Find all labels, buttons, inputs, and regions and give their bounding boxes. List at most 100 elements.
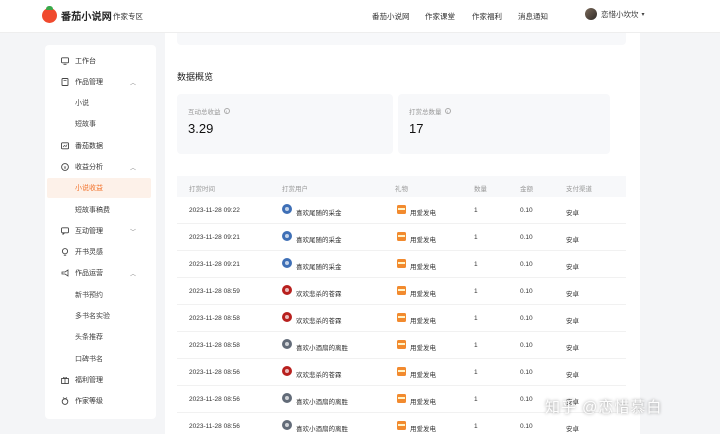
sidebar-subitem-novel[interactable]: 小说	[45, 93, 156, 113]
site-logo[interactable]: 番茄小说网	[42, 6, 112, 23]
cell-amount: 0.10	[520, 261, 533, 268]
cell-time: 2023-11-28 08:56	[189, 396, 240, 403]
sidebar: 工作台 作品管理 ︿ 小说 短故事 番茄数据 ¥ 收益分析 ︿ 小说收益 短故事…	[45, 45, 156, 419]
table-row: 2023-11-28 08:56 欢欢悲杀的苍霖 用爱发电 1 0.10 安卓	[177, 359, 626, 386]
column-header-payment-channel: 支付渠道	[566, 186, 592, 193]
sidebar-subitem-short-story-fee[interactable]: 短故事稿费	[45, 200, 156, 220]
top-navigation-bar: 番茄小说网 作家专区 番茄小说网 作家课堂 作家福利 消息通知 恋惜小坎坎 ▾	[0, 0, 720, 33]
gift-icon	[397, 421, 406, 430]
table-row: 2023-11-28 08:59 欢欢悲杀的苍霖 用爱发电 1 0.10 安卓	[177, 278, 626, 305]
cell-user: 喜欢尾随的采金	[296, 237, 342, 244]
sidebar-subitem-reputation-title[interactable]: 口碑书名	[45, 349, 156, 369]
cell-payment-channel: 安卓	[566, 264, 579, 271]
sidebar-subitem-headline-recommend[interactable]: 头条推荐	[45, 327, 156, 347]
sidebar-item-revenue-analysis[interactable]: ¥ 收益分析 ︿	[45, 157, 156, 177]
info-icon[interactable]: i	[444, 108, 451, 114]
cell-quantity: 1	[474, 396, 478, 403]
cell-payment-channel: 安卓	[566, 426, 579, 433]
book-icon	[61, 78, 69, 86]
avatar	[585, 8, 597, 20]
sidebar-item-author-level[interactable]: 作家等级	[45, 391, 156, 411]
cell-quantity: 1	[474, 342, 478, 349]
cell-gift: 用爱发电	[410, 345, 436, 352]
sidebar-item-label: 工作台	[75, 58, 96, 65]
cell-user: 喜欢尾随的采金	[296, 210, 342, 217]
sidebar-item-label: 作品管理	[75, 79, 103, 86]
sidebar-item-benefits[interactable]: 福利管理	[45, 370, 156, 390]
cell-payment-channel: 安卓	[566, 291, 579, 298]
user-avatar	[282, 285, 292, 295]
svg-text:¥: ¥	[64, 165, 67, 170]
sidebar-item-label: 短故事	[75, 121, 96, 128]
nav-link-writer-class[interactable]: 作家课堂	[425, 11, 455, 22]
nav-link-fanqie-novel[interactable]: 番茄小说网	[372, 11, 410, 22]
sidebar-item-label: 收益分析	[75, 164, 103, 171]
cell-amount: 0.10	[520, 207, 533, 214]
nav-link-messages[interactable]: 消息通知	[518, 11, 548, 22]
sidebar-item-workbench[interactable]: 工作台	[45, 51, 156, 71]
lightbulb-icon	[61, 248, 69, 256]
sidebar-subitem-short-story[interactable]: 短故事	[45, 114, 156, 134]
cell-payment-channel: 安卓	[566, 372, 579, 379]
sidebar-item-label: 互动管理	[75, 228, 103, 235]
cell-quantity: 1	[474, 207, 478, 214]
author-zone-label: 作家专区	[113, 12, 143, 21]
stat-label: 打赏总数量	[409, 109, 442, 116]
cell-user: 喜欢小酒扇的离胜	[296, 399, 348, 406]
stat-value: 3.29	[188, 121, 214, 136]
info-icon[interactable]: i	[223, 108, 230, 114]
sidebar-item-label: 开书灵感	[75, 249, 103, 256]
sidebar-item-label: 作家等级	[75, 398, 103, 405]
cell-time: 2023-11-28 09:21	[189, 234, 240, 241]
monitor-icon	[61, 57, 69, 65]
user-avatar	[282, 312, 292, 322]
sidebar-item-label: 作品运营	[75, 270, 103, 277]
user-avatar	[282, 393, 292, 403]
cell-payment-channel: 安卓	[566, 318, 579, 325]
cell-time: 2023-11-28 08:56	[189, 369, 240, 376]
cell-time: 2023-11-28 09:21	[189, 261, 240, 268]
nav-link-writer-benefits[interactable]: 作家福利	[472, 11, 502, 22]
user-avatar	[282, 339, 292, 349]
chevron-up-icon: ︿	[130, 80, 137, 87]
gift-icon	[397, 232, 406, 241]
user-menu[interactable]: 恋惜小坎坎 ▾	[585, 8, 645, 20]
cell-gift: 用爱发电	[410, 399, 436, 406]
gift-icon	[397, 205, 406, 214]
data-overview-title: 数据概览	[177, 72, 214, 82]
column-header-quantity: 数量	[474, 186, 487, 193]
cell-gift: 用爱发电	[410, 210, 436, 217]
sidebar-item-label: 多书名实验	[75, 313, 110, 320]
sidebar-item-works[interactable]: 作品管理 ︿	[45, 72, 156, 92]
cell-payment-channel: 安卓	[566, 345, 579, 352]
gift-icon	[61, 376, 69, 384]
sidebar-subitem-new-book-reservation[interactable]: 新书预约	[45, 285, 156, 305]
stat-card-interaction-revenue: 互动总收益 i 3.29	[177, 94, 393, 154]
sidebar-item-label: 小说	[75, 100, 89, 107]
chevron-down-icon: ﹀	[130, 229, 137, 236]
sidebar-item-book-inspiration[interactable]: 开书灵感	[45, 242, 156, 262]
sidebar-subitem-novel-revenue[interactable]: 小说收益	[47, 178, 151, 198]
sidebar-item-label: 小说收益	[75, 185, 103, 192]
chat-icon	[61, 227, 69, 235]
column-header-gift: 礼物	[395, 186, 408, 193]
cell-gift: 用爱发电	[410, 264, 436, 271]
medal-icon	[61, 397, 69, 405]
tomato-logo-icon	[42, 6, 57, 23]
sidebar-item-interaction[interactable]: 互动管理 ﹀	[45, 221, 156, 241]
table-row: 2023-11-28 09:21 喜欢尾随的采金 用爱发电 1 0.10 安卓	[177, 224, 626, 251]
stat-value: 17	[409, 121, 424, 136]
column-header-amount: 金额	[520, 186, 533, 193]
cell-quantity: 1	[474, 261, 478, 268]
cell-time: 2023-11-28 09:22	[189, 207, 240, 214]
user-avatar	[282, 231, 292, 241]
cell-amount: 0.10	[520, 369, 533, 376]
sidebar-subitem-multi-title-test[interactable]: 多书名实验	[45, 306, 156, 326]
cell-user: 喜欢小酒扇的离胜	[296, 345, 348, 352]
sidebar-item-fanqie-data[interactable]: 番茄数据	[45, 136, 156, 156]
sidebar-item-label: 福利管理	[75, 377, 103, 384]
coin-icon: ¥	[61, 163, 69, 171]
site-logo-text: 番茄小说网	[61, 12, 112, 23]
sidebar-item-work-operations[interactable]: 作品运营 ︿	[45, 263, 156, 283]
cell-quantity: 1	[474, 369, 478, 376]
